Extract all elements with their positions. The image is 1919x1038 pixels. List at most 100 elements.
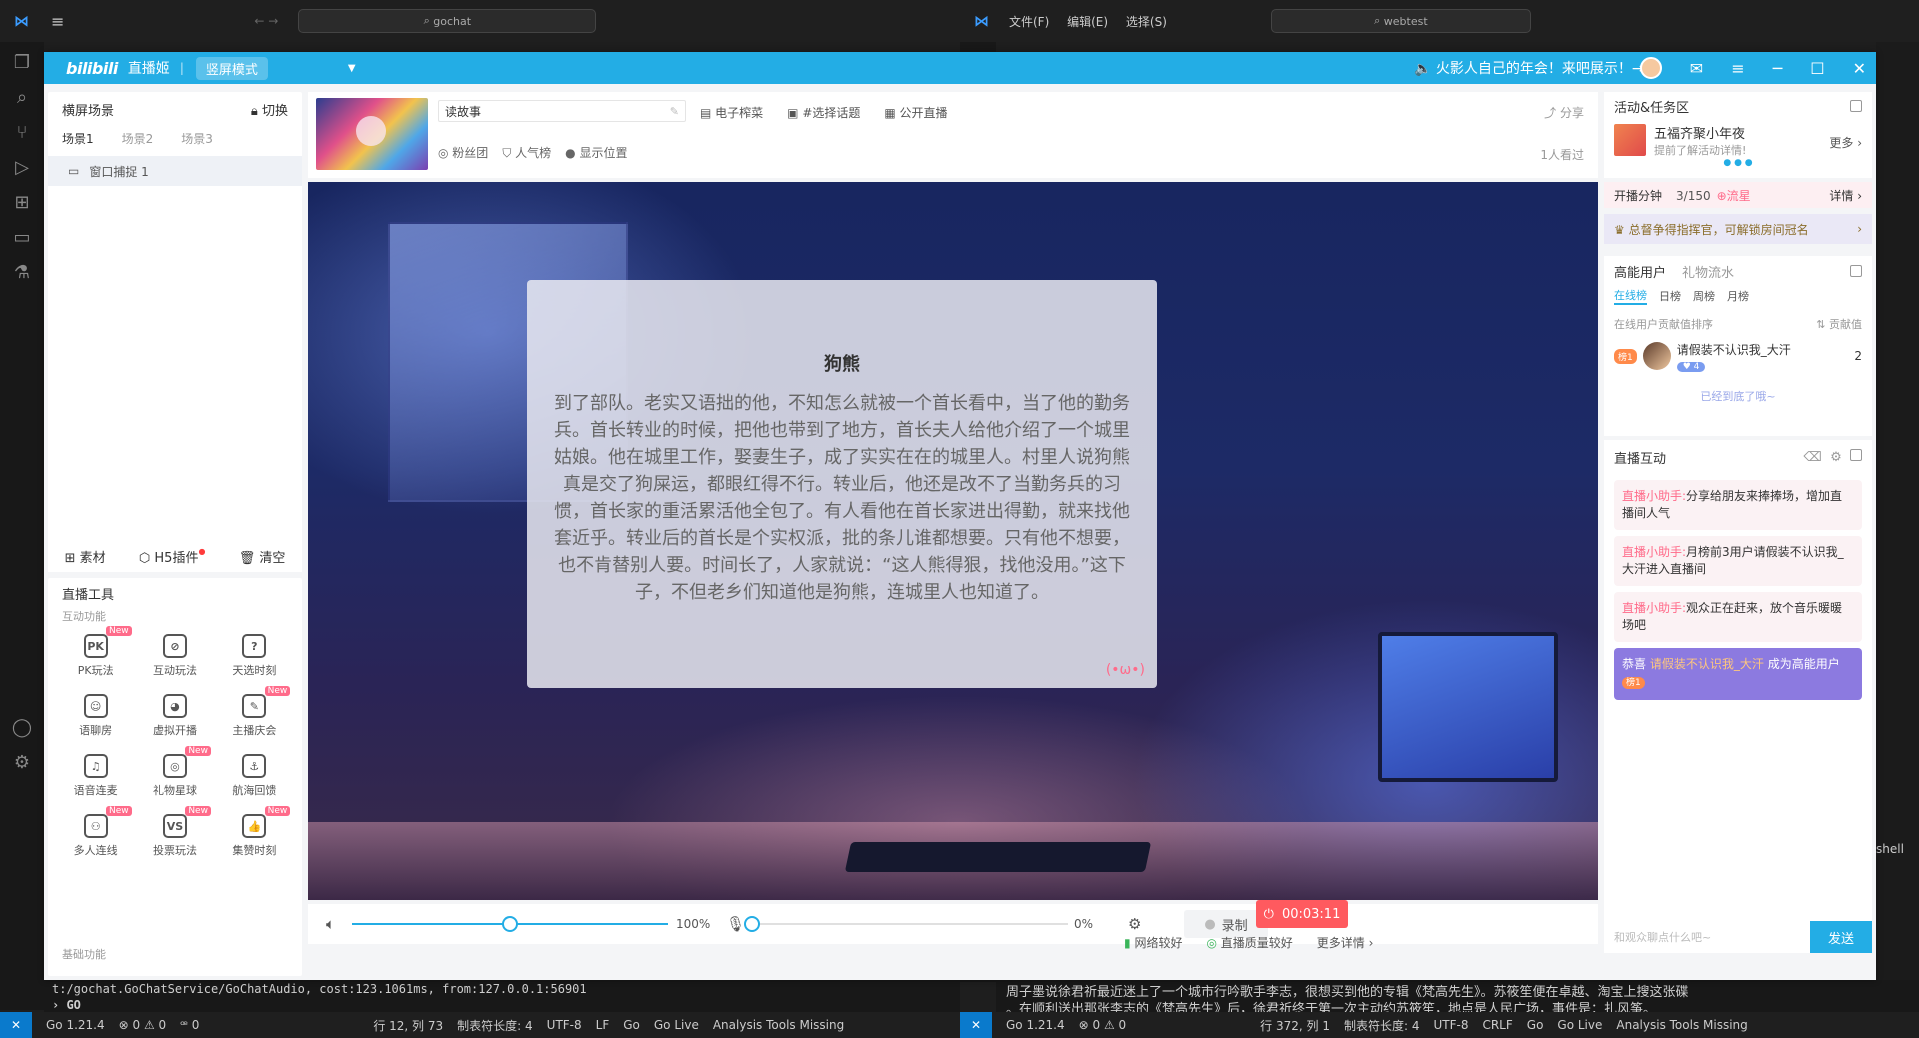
vscode-right-search[interactable]: ⌕ webtest [1270,9,1531,33]
tool-item[interactable]: ◕ 虚拟开播 [135,694,214,738]
status-encoding-2[interactable]: UTF-8 [1433,1018,1468,1032]
tag-topic[interactable]: ▣ #选择话题 [787,104,860,121]
tab-daily-rank[interactable]: 日榜 [1659,288,1681,304]
menu-icon[interactable]: ≡ [51,12,64,31]
tool-item[interactable]: ⚇ New 多人连线 [56,806,135,858]
location-button[interactable]: ● 显示位置 [565,144,627,161]
mic-volume-knob[interactable] [744,916,760,932]
tab-scene-3[interactable]: 场景3 [181,130,213,147]
popout-icon-2[interactable] [1850,265,1862,277]
h5-plugin-button[interactable]: ⬡ H5插件● [139,547,206,566]
stream-title-input[interactable]: 读故事 ✎ [438,100,686,122]
status-cursor[interactable]: 行 12, 列 73 [373,1017,443,1034]
settings-icon[interactable]: ⚙ [1830,450,1842,465]
tool-item[interactable]: ◎ New 礼物星球 [135,746,214,798]
extensions-icon[interactable]: ⊞ [14,192,29,213]
switch-button[interactable]: 🔒︎ 切换 [251,100,288,119]
minimize-icon[interactable]: ─ [1773,59,1783,78]
status-go-version[interactable]: Go 1.21.4 [46,1018,105,1032]
tool-item[interactable]: VS New 投票玩法 [135,806,214,858]
mixer-settings-icon[interactable]: ⚙ [1128,915,1141,933]
close-icon[interactable]: ✕ [1853,59,1866,78]
popout-icon-3[interactable] [1850,449,1862,461]
popularity-button[interactable]: ⛉ 人气榜 [502,144,551,161]
stream-preview[interactable]: 狗熊 到了部队。老实又语拙的他，不知怎么就被一个首长看中，当了他的勤务兵。首长转… [308,182,1598,900]
account-icon[interactable]: ◯ [12,717,32,738]
scene-source-item[interactable]: ▭ 窗口捕捉 1 [48,156,302,186]
clear-button[interactable]: 🗑︎ 清空 [239,547,286,566]
more-details-link[interactable]: 更多详情 › [1317,934,1374,951]
status-lang-2[interactable]: Go [1527,1018,1544,1032]
tag-visibility[interactable]: ▦ 公开直播 [884,104,947,121]
tool-item[interactable]: ? 天选时刻 [215,634,294,678]
explorer-go[interactable]: › GO [52,998,952,1012]
speaker-icon[interactable]: 🔈︎ [326,915,335,933]
status-golive-2[interactable]: Go Live [1557,1018,1602,1032]
speaker-volume-knob[interactable] [502,916,518,932]
nav-arrows-icon[interactable]: ← → [254,14,278,28]
activity-more-link[interactable]: 更多 › [1829,134,1862,151]
user-avatar-icon[interactable] [1639,57,1662,79]
menu-icon-app[interactable]: ≡ [1731,59,1744,78]
menu-select[interactable]: 选择(S) [1126,15,1167,29]
tab-online-rank[interactable]: 在线榜 [1614,287,1647,305]
status-eol-2[interactable]: CRLF [1482,1018,1512,1032]
tool-item[interactable]: ☺ 语聊房 [56,694,135,738]
send-button[interactable]: 发送 [1810,921,1872,953]
menu-file[interactable]: 文件(F) [1009,15,1049,29]
stream-cover-image[interactable] [316,98,428,170]
menu-edit[interactable]: 编辑(E) [1067,15,1108,29]
tool-item[interactable]: 👍 New 集赞时刻 [215,806,294,858]
explorer-icon[interactable]: ❐ [14,52,30,73]
status-analysis-2[interactable]: Analysis Tools Missing [1616,1018,1747,1032]
mic-icon[interactable]: 🎙︎ [726,915,745,933]
crown-banner[interactable]: ♛ 总督争得指挥官，可解锁房间冠名 › [1604,214,1872,244]
tool-item[interactable]: ♫ 语音连麦 [56,754,135,798]
tab-high-energy[interactable]: 高能用户 [1614,262,1666,281]
congrats-name[interactable]: 请假装不认识我_大汗 [1650,657,1764,671]
user-row[interactable]: 榜1 请假装不认识我_大汗 ♥ 4 2 [1604,336,1872,376]
status-golive[interactable]: Go Live [654,1018,699,1032]
tool-item[interactable]: ⊘ 互动玩法 [135,634,214,678]
status-problems-2[interactable]: ⊗ 0 ⚠ 0 [1079,1018,1127,1032]
chevron-down-icon[interactable]: ▼ [348,63,356,74]
mail-icon[interactable]: ✉ [1690,59,1703,78]
status-problems[interactable]: ⊗ 0 ⚠ 0 [119,1018,167,1032]
testing-icon[interactable]: ⚗ [14,262,30,283]
tool-item[interactable]: ✎ New 主播庆会 [215,686,294,738]
edit-icon[interactable]: ✎ [670,105,679,118]
tab-monthly-rank[interactable]: 月榜 [1727,288,1749,304]
mode-selector[interactable]: 竖屏模式 [195,56,268,80]
status-go-version-2[interactable]: Go 1.21.4 [1006,1018,1065,1032]
popout-icon[interactable] [1850,100,1862,112]
minute-detail-link[interactable]: 详情 › [1829,187,1862,204]
remote-status-icon[interactable]: ✕ [0,1012,32,1038]
settings-gear-icon[interactable]: ⚙ [14,752,30,773]
tab-scene-1[interactable]: 场景1 [62,130,94,147]
maximize-icon[interactable]: ☐ [1810,59,1824,78]
source-control-icon[interactable]: ⑂ [17,122,28,143]
fan-club-button[interactable]: ◎ 粉丝团 [438,144,488,161]
material-button[interactable]: ⊞ 素材 [65,547,106,566]
remote-status-icon-2[interactable]: ✕ [960,1012,992,1038]
tool-item[interactable]: PK New PK玩法 [56,626,135,678]
mic-volume-slider[interactable] [752,923,1068,925]
share-button[interactable]: ⤴ 分享 [1544,104,1584,121]
chat-input-field[interactable]: 和观众聊点什么吧~ [1604,929,1810,945]
status-eol[interactable]: LF [596,1018,610,1032]
tab-scene-2[interactable]: 场景2 [122,130,154,147]
remote-icon[interactable]: ▭ [13,227,30,248]
tab-gift-flow[interactable]: 礼物流水 [1682,262,1734,281]
status-lang[interactable]: Go [623,1018,640,1032]
status-tab-2[interactable]: 制表符长度: 4 [1344,1017,1420,1034]
status-ports[interactable]: ꟹ 0 [180,1018,199,1032]
status-tab[interactable]: 制表符长度: 4 [457,1017,533,1034]
tab-weekly-rank[interactable]: 周榜 [1693,288,1715,304]
shell-label[interactable]: shell [1876,842,1904,856]
tool-item[interactable]: ⚓ 航海回馈 [215,754,294,798]
run-debug-icon[interactable]: ▷ [15,157,29,178]
announcement-banner[interactable]: 🔈 火影人自己的年会！来吧展示！→ [1414,58,1644,78]
vscode-left-search[interactable]: ⌕ gochat [298,9,597,33]
search-icon[interactable]: ⌕ [17,87,27,108]
tag-category[interactable]: ▤ 电子榨菜 [700,104,763,121]
